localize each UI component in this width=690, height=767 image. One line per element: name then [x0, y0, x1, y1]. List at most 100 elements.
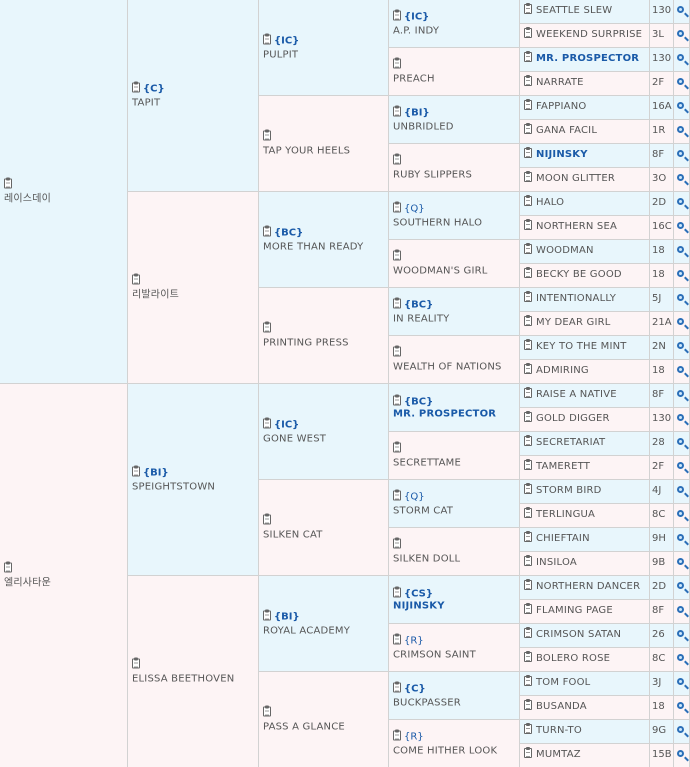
clipboard-icon[interactable]: [263, 609, 271, 620]
search-button[interactable]: [674, 648, 689, 671]
horse-name-link[interactable]: 리발라이트: [132, 289, 256, 301]
clipboard-icon[interactable]: [524, 387, 532, 398]
clipboard-icon[interactable]: [524, 243, 532, 254]
clipboard-icon[interactable]: [393, 633, 401, 644]
ancestor-name-link[interactable]: STORM BIRD: [536, 485, 602, 496]
search-button[interactable]: [674, 456, 689, 479]
clipboard-icon[interactable]: [132, 657, 140, 668]
clipboard-icon[interactable]: [263, 513, 271, 524]
horse-name-link[interactable]: SOUTHERN HALO: [393, 217, 517, 229]
ancestor-name-link[interactable]: NIJINSKY: [536, 149, 588, 160]
search-button[interactable]: [674, 144, 689, 167]
search-button[interactable]: [674, 264, 689, 287]
clipboard-icon[interactable]: [524, 531, 532, 542]
horse-name-link[interactable]: MR. PROSPECTOR: [393, 408, 517, 420]
ancestor-name-link[interactable]: INTENTIONALLY: [536, 293, 616, 304]
clipboard-icon[interactable]: [393, 153, 401, 164]
clipboard-icon[interactable]: [393, 57, 401, 68]
search-button[interactable]: [674, 168, 689, 191]
magnifier-icon[interactable]: [677, 150, 684, 157]
search-button[interactable]: [674, 360, 689, 383]
clipboard-icon[interactable]: [393, 489, 401, 500]
clipboard-icon[interactable]: [524, 483, 532, 494]
ancestor-name-link[interactable]: BOLERO ROSE: [536, 653, 610, 664]
magnifier-icon[interactable]: [677, 582, 684, 589]
search-button[interactable]: [674, 312, 689, 335]
magnifier-icon[interactable]: [677, 606, 684, 613]
search-button[interactable]: [674, 552, 689, 575]
ancestor-name-link[interactable]: TOM FOOL: [536, 677, 590, 688]
horse-name-link[interactable]: STORM CAT: [393, 505, 517, 517]
horse-name-link[interactable]: PULPIT: [263, 49, 386, 61]
horse-name-link[interactable]: TAPIT: [132, 97, 256, 109]
magnifier-icon[interactable]: [677, 102, 684, 109]
horse-name-link[interactable]: TAP YOUR HEELS: [263, 145, 386, 157]
horse-name-link[interactable]: ROYAL ACADEMY: [263, 625, 386, 637]
search-button[interactable]: [674, 336, 689, 359]
magnifier-icon[interactable]: [677, 414, 684, 421]
ancestor-name-link[interactable]: GOLD DIGGER: [536, 413, 610, 424]
magnifier-icon[interactable]: [677, 294, 684, 301]
clipboard-icon[interactable]: [524, 267, 532, 278]
horse-name-link[interactable]: WOODMAN'S GIRL: [393, 265, 517, 277]
ancestor-name-link[interactable]: BECKY BE GOOD: [536, 269, 622, 280]
magnifier-icon[interactable]: [677, 126, 684, 133]
clipboard-icon[interactable]: [4, 561, 12, 572]
horse-name-link[interactable]: RUBY SLIPPERS: [393, 169, 517, 181]
clipboard-icon[interactable]: [132, 81, 140, 92]
search-button[interactable]: [674, 96, 689, 119]
clipboard-icon[interactable]: [393, 586, 401, 597]
clipboard-icon[interactable]: [524, 579, 532, 590]
clipboard-icon[interactable]: [524, 603, 532, 614]
clipboard-icon[interactable]: [393, 9, 401, 20]
search-button[interactable]: [674, 576, 689, 599]
horse-name-link[interactable]: SPEIGHTSTOWN: [132, 481, 256, 493]
magnifier-icon[interactable]: [677, 198, 684, 205]
magnifier-icon[interactable]: [677, 246, 684, 253]
ancestor-name-link[interactable]: NORTHERN SEA: [536, 221, 617, 232]
horse-name-link[interactable]: MORE THAN READY: [263, 241, 386, 253]
horse-name-link[interactable]: BUCKPASSER: [393, 697, 517, 709]
magnifier-icon[interactable]: [677, 366, 684, 373]
horse-name-link[interactable]: UNBRIDLED: [393, 121, 517, 133]
clipboard-icon[interactable]: [524, 747, 532, 758]
horse-name-link[interactable]: SILKEN CAT: [263, 529, 386, 541]
ancestor-name-link[interactable]: NORTHERN DANCER: [536, 581, 640, 592]
magnifier-icon[interactable]: [677, 270, 684, 277]
clipboard-icon[interactable]: [263, 129, 271, 140]
clipboard-icon[interactable]: [524, 195, 532, 206]
clipboard-icon[interactable]: [393, 394, 401, 405]
ancestor-name-link[interactable]: HALO: [536, 197, 564, 208]
magnifier-icon[interactable]: [677, 702, 684, 709]
ancestor-name-link[interactable]: TURN-TO: [536, 725, 582, 736]
ancestor-name-link[interactable]: MY DEAR GIRL: [536, 317, 611, 328]
horse-name-link[interactable]: COME HITHER LOOK: [393, 745, 517, 757]
clipboard-icon[interactable]: [393, 681, 401, 692]
clipboard-icon[interactable]: [524, 219, 532, 230]
horse-name-link[interactable]: ELISSA BEETHOVEN: [132, 673, 256, 685]
horse-name-link[interactable]: IN REALITY: [393, 313, 517, 325]
clipboard-icon[interactable]: [524, 627, 532, 638]
ancestor-name-link[interactable]: CRIMSON SATAN: [536, 629, 621, 640]
clipboard-icon[interactable]: [524, 51, 532, 62]
search-button[interactable]: [674, 504, 689, 527]
magnifier-icon[interactable]: [677, 222, 684, 229]
clipboard-icon[interactable]: [524, 675, 532, 686]
horse-name-link[interactable]: A.P. INDY: [393, 25, 517, 37]
magnifier-icon[interactable]: [677, 750, 684, 757]
magnifier-icon[interactable]: [677, 678, 684, 685]
search-button[interactable]: [674, 24, 689, 47]
magnifier-icon[interactable]: [677, 342, 684, 349]
clipboard-icon[interactable]: [524, 291, 532, 302]
horse-name-link[interactable]: WEALTH OF NATIONS: [393, 361, 517, 373]
search-button[interactable]: [674, 600, 689, 623]
magnifier-icon[interactable]: [677, 630, 684, 637]
clipboard-icon[interactable]: [524, 699, 532, 710]
clipboard-icon[interactable]: [524, 363, 532, 374]
search-button[interactable]: [674, 288, 689, 311]
search-button[interactable]: [674, 408, 689, 431]
magnifier-icon[interactable]: [677, 318, 684, 325]
clipboard-icon[interactable]: [524, 507, 532, 518]
search-button[interactable]: [674, 216, 689, 239]
clipboard-icon[interactable]: [393, 729, 401, 740]
